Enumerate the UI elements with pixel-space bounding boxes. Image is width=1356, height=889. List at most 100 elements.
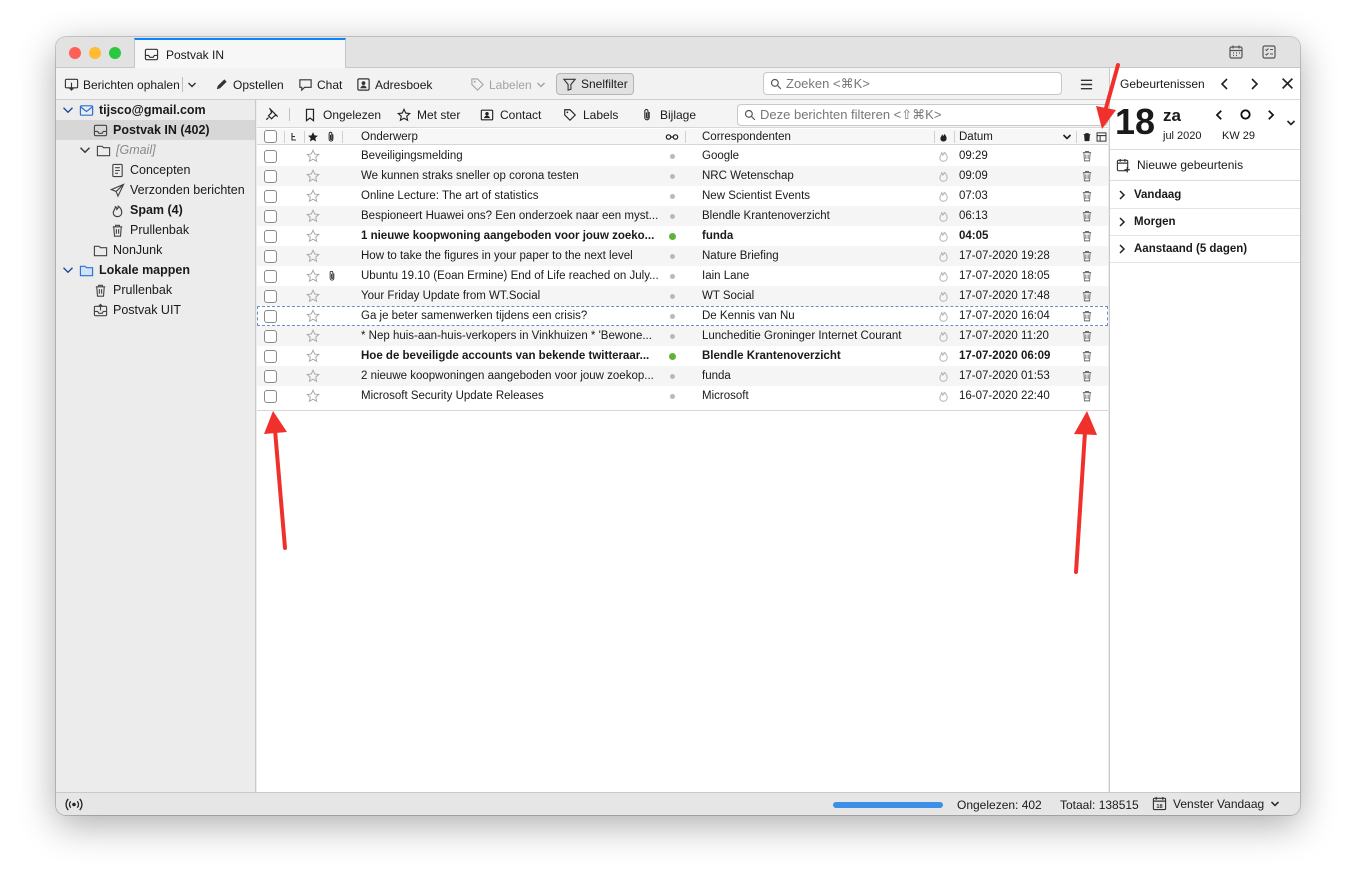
junk-flame-icon[interactable] bbox=[937, 369, 950, 383]
folder-local-trash[interactable]: Prullenbak bbox=[93, 280, 172, 300]
column-picker-icon[interactable] bbox=[1096, 130, 1107, 144]
address-book-button[interactable]: Adresboek bbox=[356, 75, 432, 94]
star-icon[interactable] bbox=[306, 249, 320, 263]
quick-filter-button[interactable]: Snelfilter bbox=[556, 73, 634, 95]
select-message-checkbox[interactable] bbox=[264, 250, 277, 263]
select-message-checkbox[interactable] bbox=[264, 210, 277, 223]
message-row[interactable]: 2 nieuwe koopwoningen aangeboden voor jo… bbox=[257, 366, 1108, 386]
read-dot[interactable] bbox=[670, 294, 675, 299]
get-messages-button[interactable]: Berichten ophalen bbox=[64, 75, 180, 94]
message-row[interactable]: * Nep huis-aan-huis-verkopers in Vinkhui… bbox=[257, 326, 1108, 346]
section-today[interactable]: Vandaag bbox=[1110, 182, 1300, 209]
message-row[interactable]: 1 nieuwe koopwoning aangeboden voor jouw… bbox=[257, 226, 1108, 246]
thread-column-icon[interactable] bbox=[290, 130, 298, 144]
read-dot[interactable] bbox=[670, 254, 675, 259]
tasks-tab-icon[interactable] bbox=[1261, 44, 1277, 60]
junk-flame-icon[interactable] bbox=[937, 189, 950, 203]
select-message-checkbox[interactable] bbox=[264, 190, 277, 203]
delete-message-icon[interactable] bbox=[1081, 389, 1093, 403]
message-row[interactable]: Beveiligingsmelding Google 09:29 bbox=[257, 146, 1108, 166]
message-row[interactable]: We kunnen straks sneller op corona teste… bbox=[257, 166, 1108, 186]
delete-message-icon[interactable] bbox=[1081, 369, 1093, 383]
message-row[interactable]: Ga je beter samenwerken tijdens een cris… bbox=[257, 306, 1108, 326]
select-message-checkbox[interactable] bbox=[264, 170, 277, 183]
section-tomorrow[interactable]: Morgen bbox=[1110, 209, 1300, 236]
folder-nonjunk[interactable]: NonJunk bbox=[93, 240, 162, 260]
delete-message-icon[interactable] bbox=[1081, 249, 1093, 263]
select-message-checkbox[interactable] bbox=[264, 270, 277, 283]
minimize-window-button[interactable] bbox=[89, 47, 101, 59]
read-dot[interactable] bbox=[670, 334, 675, 339]
folder-account[interactable]: tijsco@gmail.com bbox=[62, 100, 206, 120]
junk-column-icon[interactable] bbox=[938, 130, 949, 144]
delete-message-icon[interactable] bbox=[1081, 329, 1093, 343]
star-icon[interactable] bbox=[306, 329, 320, 343]
sort-chevron-down-icon[interactable] bbox=[1062, 130, 1072, 144]
star-icon[interactable] bbox=[306, 189, 320, 203]
message-row[interactable]: Microsoft Security Update Releases Micros… bbox=[257, 386, 1108, 406]
delete-message-icon[interactable] bbox=[1081, 169, 1093, 183]
star-icon[interactable] bbox=[306, 369, 320, 383]
read-dot[interactable] bbox=[670, 374, 675, 379]
junk-flame-icon[interactable] bbox=[937, 249, 950, 263]
star-icon[interactable] bbox=[306, 169, 320, 183]
delete-message-icon[interactable] bbox=[1081, 189, 1093, 203]
today-circle-icon[interactable] bbox=[1239, 108, 1252, 121]
folder-sent[interactable]: Verzonden berichten bbox=[110, 180, 245, 200]
star-icon[interactable] bbox=[306, 309, 320, 323]
folder-outbox[interactable]: Postvak UIT bbox=[93, 300, 181, 320]
select-message-checkbox[interactable] bbox=[264, 390, 277, 403]
read-status-column-icon[interactable] bbox=[665, 130, 679, 144]
message-row[interactable]: Ubuntu 19.10 (Eoan Ermine) End of Life r… bbox=[257, 266, 1108, 286]
star-icon[interactable] bbox=[306, 349, 320, 363]
delete-message-icon[interactable] bbox=[1081, 289, 1093, 303]
read-dot[interactable] bbox=[670, 394, 675, 399]
junk-flame-icon[interactable] bbox=[937, 349, 950, 363]
read-dot[interactable] bbox=[670, 154, 675, 159]
star-column-icon[interactable] bbox=[307, 130, 319, 144]
column-subject[interactable]: Onderwerp bbox=[361, 130, 418, 144]
delete-message-icon[interactable] bbox=[1081, 149, 1093, 163]
folder-inbox[interactable]: Postvak IN (402) bbox=[56, 120, 255, 140]
junk-flame-icon[interactable] bbox=[937, 389, 950, 403]
unread-dot[interactable] bbox=[669, 353, 676, 360]
online-status-icon[interactable] bbox=[65, 798, 83, 811]
filter-messages-input[interactable]: Deze berichten filteren <⇧⌘K> bbox=[737, 104, 1108, 126]
message-row[interactable]: Online Lecture: The art of statistics New… bbox=[257, 186, 1108, 206]
zoom-window-button[interactable] bbox=[109, 47, 121, 59]
hamburger-menu-icon[interactable] bbox=[1079, 77, 1094, 92]
star-icon[interactable] bbox=[306, 389, 320, 403]
delete-message-icon[interactable] bbox=[1081, 309, 1093, 323]
message-row[interactable]: Bespioneert Huawei ons? Een onderzoek na… bbox=[257, 206, 1108, 226]
star-icon[interactable] bbox=[306, 209, 320, 223]
search-field[interactable]: Zoeken <⌘K> bbox=[763, 72, 1062, 95]
select-message-checkbox[interactable] bbox=[264, 150, 277, 163]
junk-flame-icon[interactable] bbox=[937, 309, 950, 323]
attachment-column-icon[interactable] bbox=[325, 130, 337, 144]
close-icon[interactable] bbox=[1281, 77, 1294, 90]
filter-contact-button[interactable]: Contact bbox=[480, 106, 541, 123]
filter-unread-button[interactable]: Ongelezen bbox=[303, 106, 381, 123]
column-correspondents[interactable]: Correspondenten bbox=[702, 130, 791, 144]
folder-trash[interactable]: Prullenbak bbox=[110, 220, 189, 240]
junk-flame-icon[interactable] bbox=[937, 149, 950, 163]
select-message-checkbox[interactable] bbox=[264, 230, 277, 243]
delete-message-icon[interactable] bbox=[1081, 209, 1093, 223]
today-pane-toggle[interactable]: 18 Venster Vandaag bbox=[1152, 796, 1280, 811]
junk-flame-icon[interactable] bbox=[937, 229, 950, 243]
read-dot[interactable] bbox=[670, 174, 675, 179]
junk-flame-icon[interactable] bbox=[937, 289, 950, 303]
delete-message-icon[interactable] bbox=[1081, 229, 1093, 243]
select-message-checkbox[interactable] bbox=[264, 350, 277, 363]
folder-local-folders[interactable]: Lokale mappen bbox=[62, 260, 190, 280]
chat-button[interactable]: Chat bbox=[298, 75, 342, 94]
tag-button[interactable]: Labelen bbox=[470, 75, 546, 94]
new-event-button[interactable]: Nieuwe gebeurtenis bbox=[1116, 151, 1243, 179]
message-row[interactable]: Your Friday Update from WT.Social WT Soci… bbox=[257, 286, 1108, 306]
read-dot[interactable] bbox=[670, 214, 675, 219]
folder-gmail[interactable]: [Gmail] bbox=[79, 140, 156, 160]
filter-attachment-button[interactable]: Bijlage bbox=[640, 106, 696, 123]
junk-flame-icon[interactable] bbox=[937, 169, 950, 183]
compose-button[interactable]: Opstellen bbox=[214, 75, 284, 94]
select-message-checkbox[interactable] bbox=[264, 330, 277, 343]
